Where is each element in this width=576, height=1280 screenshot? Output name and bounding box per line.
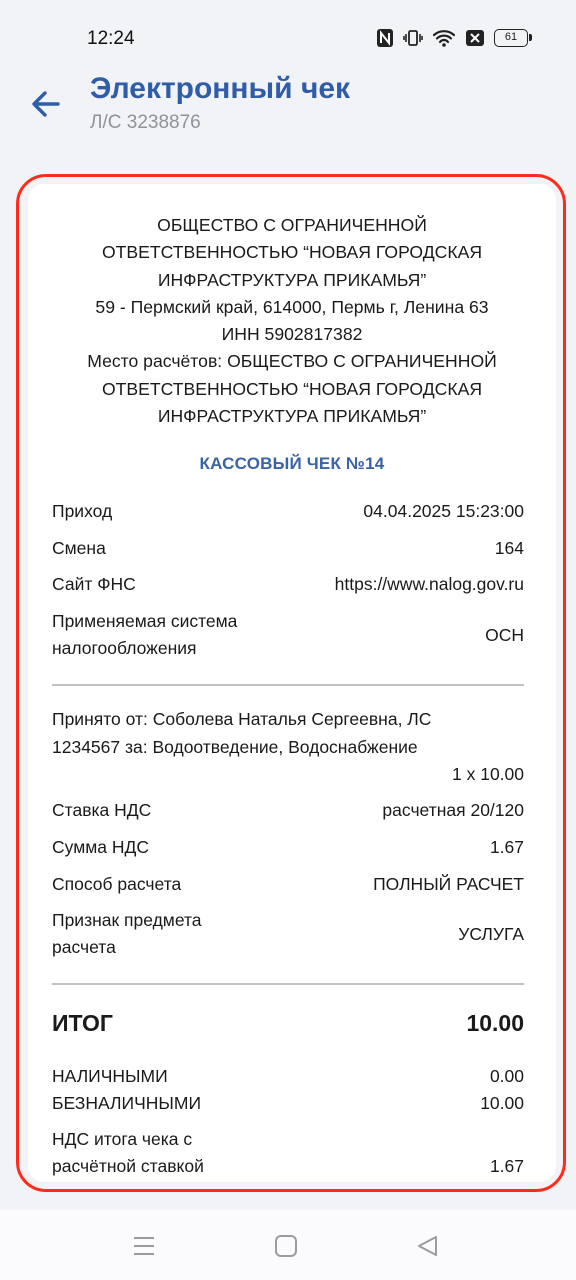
- row-value: расчетная 20/120: [382, 800, 524, 820]
- item-description: Принято от: Соболева Наталья Сергеевна, …: [52, 706, 524, 761]
- row-value: 1.67: [489, 837, 524, 857]
- org-line: ИНФРАСТРУКТУРА ПРИКАМЬЯ”: [157, 269, 427, 290]
- total-row: ИТОГ 10.00: [52, 1010, 524, 1037]
- row-label: Приход: [52, 501, 113, 521]
- info-row-shift: Смена 164: [52, 535, 524, 562]
- item-row-payment-method: Способ расчета ПОЛНЫЙ РАСЧЕТ: [52, 871, 524, 898]
- row-label-line: Признак предмета: [52, 910, 202, 930]
- item-line: Принято от: Соболева Наталья Сергеевна, …: [52, 709, 432, 729]
- receipt-card: ОБЩЕСТВО С ОГРАНИЧЕННОЙ ОТВЕТСТВЕННОСТЬЮ…: [28, 184, 556, 1182]
- org-line: ОБЩЕСТВО С ОГРАНИЧЕННОЙ: [157, 215, 427, 235]
- info-row-tax-system: Применяемая система налогообложения ОСН: [52, 608, 524, 662]
- payment-row-cashless: БЕЗНАЛИЧНЫМИ 10.00: [52, 1090, 524, 1117]
- row-value: 10.00: [480, 1093, 524, 1113]
- row-label: Применяемая система налогообложения: [52, 608, 237, 662]
- menu-icon[interactable]: [130, 1232, 158, 1260]
- row-value: ПОЛНЫЙ РАСЧЕТ: [373, 874, 524, 894]
- row-label-line: налогообложения: [52, 638, 197, 658]
- row-value: 0.00: [489, 1066, 524, 1086]
- header: Электронный чек Л/С 3238876: [0, 72, 576, 148]
- org-address: 59 - Пермский край, 614000, Пермь г, Лен…: [95, 296, 489, 317]
- item-line: 1234567 за: Водоотведение, Водоснабжение: [52, 736, 418, 757]
- item-quantity: 1 x 10.00: [452, 764, 524, 784]
- no-sim-icon: [465, 29, 485, 47]
- total-value: 10.00: [466, 1010, 524, 1036]
- vibrate-icon: [403, 28, 423, 48]
- row-value: ОСН: [485, 624, 524, 645]
- item-row-vat-sum: Сумма НДС 1.67: [52, 834, 524, 861]
- row-label: Сумма НДС: [52, 837, 149, 857]
- org-line: ОТВЕТСТВЕННОСТЬЮ “НОВАЯ ГОРОДСКАЯ: [101, 378, 483, 399]
- vat-total-row: НДС итога чека с расчётной ставкой 1.67: [52, 1126, 524, 1180]
- item-row-subject: Признак предмета расчета УСЛУГА: [52, 907, 524, 961]
- row-value: 164: [494, 538, 524, 558]
- organization-info: ОБЩЕСТВО С ОГРАНИЧЕННОЙ ОТВЕТСТВЕННОСТЬЮ…: [28, 212, 556, 430]
- row-label-line: расчётной ставкой: [52, 1156, 204, 1176]
- page-title: Электронный чек: [90, 72, 351, 105]
- divider: [52, 983, 524, 985]
- nfc-icon: [376, 28, 394, 48]
- row-label: Смена: [52, 538, 106, 558]
- payment-row-cash: НАЛИЧНЫМИ 0.00: [52, 1063, 524, 1090]
- total-label: ИТОГ: [52, 1010, 113, 1036]
- row-label: БЕЗНАЛИЧНЫМИ: [52, 1093, 202, 1113]
- org-line: ОТВЕТСТВЕННОСТЬЮ “НОВАЯ ГОРОДСКАЯ: [101, 242, 483, 263]
- row-label: Сайт ФНС: [52, 574, 136, 594]
- row-label: Признак предмета расчета: [52, 907, 202, 961]
- row-label-line: НДС итога чека с: [52, 1129, 193, 1149]
- back-arrow-icon[interactable]: [28, 86, 64, 122]
- row-label-line: расчета: [52, 937, 116, 957]
- info-row-income: Приход 04.04.2025 15:23:00: [52, 498, 524, 525]
- system-nav-bar: [0, 1210, 576, 1280]
- row-value: 1.67: [489, 1156, 524, 1176]
- org-line: ИНФРАСТРУКТУРА ПРИКАМЬЯ”: [157, 406, 427, 427]
- row-label: Ставка НДС: [52, 800, 152, 820]
- status-time: 12:24: [87, 28, 135, 49]
- wifi-icon: [432, 28, 456, 48]
- org-inn: ИНН 5902817382: [221, 324, 363, 345]
- item-row-vat-rate: Ставка НДС расчетная 20/120: [52, 797, 524, 824]
- row-label: НАЛИЧНЫМИ: [52, 1066, 168, 1086]
- row-label: Способ расчета: [52, 874, 182, 894]
- check-title: КАССОВЫЙ ЧЕК №14: [199, 454, 385, 473]
- account-number: Л/С 3238876: [90, 112, 201, 133]
- battery-icon: 61: [494, 29, 532, 47]
- status-icons: 61: [376, 28, 532, 48]
- row-value: 04.04.2025 15:23:00: [363, 501, 524, 521]
- row-label-line: Применяемая система: [52, 611, 238, 631]
- row-value: https://www.nalog.gov.ru: [334, 574, 524, 594]
- row-value: УСЛУГА: [458, 923, 524, 944]
- org-line: Место расчётов: ОБЩЕСТВО С ОГРАНИЧЕННОЙ: [87, 351, 497, 372]
- divider: [52, 684, 524, 686]
- row-label: НДС итога чека с расчётной ставкой: [52, 1126, 204, 1180]
- home-icon[interactable]: [272, 1232, 300, 1260]
- status-bar: 12:24 61: [0, 0, 576, 78]
- info-row-fns-site: Сайт ФНС https://www.nalog.gov.ru: [52, 571, 524, 598]
- back-triangle-icon[interactable]: [414, 1232, 442, 1260]
